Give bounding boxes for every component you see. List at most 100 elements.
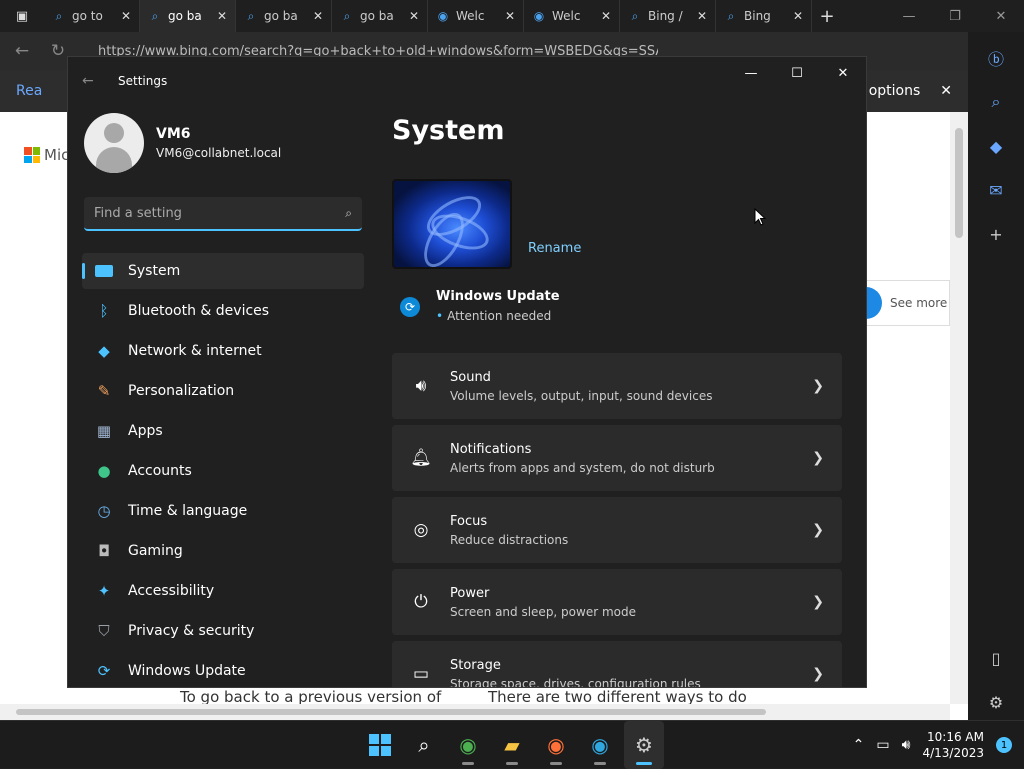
nav-item-time-language[interactable]: ◷ Time & language — [82, 493, 364, 529]
browser-tab[interactable]: ⌕ go ba ✕ — [236, 0, 332, 32]
bluetooth-icon: ᛒ — [99, 302, 109, 320]
update-icon: ⟳ — [97, 662, 111, 680]
nav-label: System — [128, 263, 181, 279]
update-icon: ⟳ — [400, 297, 420, 317]
chevron-right-icon: ❯ — [812, 450, 824, 466]
nav-item-apps[interactable]: ▦ Apps — [82, 413, 364, 449]
close-tab-icon[interactable]: ✕ — [601, 9, 611, 23]
nav-item-system[interactable]: System — [82, 253, 364, 289]
search-icon[interactable]: ⌕ — [345, 206, 352, 221]
search-icon: ⌕ — [55, 9, 63, 23]
bell-icon: 🔔︎ — [410, 448, 432, 468]
focus-icon: ◎ — [413, 520, 429, 540]
browser-tab[interactable]: ⌕ Bing / ✕ — [620, 0, 716, 32]
nav-item-network[interactable]: ◆ Network & internet — [82, 333, 364, 369]
card-title: Focus — [450, 513, 488, 529]
new-tab-icon[interactable]: + — [812, 6, 842, 27]
notification-badge[interactable]: 1 — [996, 737, 1012, 753]
volume-icon[interactable]: 🔊︎ — [902, 737, 911, 753]
close-icon[interactable]: ✕ — [978, 0, 1024, 32]
system-tray: ⌃ ▭ 🔊︎ 10:16 AM 4/13/2023 1 — [853, 721, 1024, 769]
browser-tab[interactable]: ⌕ go ba ✕ — [332, 0, 428, 32]
settings-card-list: 🔊︎ Sound Volume levels, output, input, sou… — [392, 353, 842, 687]
search-input[interactable] — [94, 205, 346, 221]
card-power[interactable]: ⏻ Power Screen and sleep, power mode ❯ — [392, 569, 842, 635]
vertical-scrollbar[interactable] — [950, 112, 968, 704]
taskbar-search[interactable]: ⌕ — [404, 721, 444, 769]
chevron-right-icon: ❯ — [812, 666, 824, 682]
clock-time: 10:16 AM — [927, 730, 984, 744]
card-storage[interactable]: ▭ Storage Storage space, drives, configura… — [392, 641, 842, 687]
card-sound[interactable]: 🔊︎ Sound Volume levels, output, input, sou… — [392, 353, 842, 419]
settings-gear-icon[interactable]: ⚙ — [978, 684, 1014, 720]
maximize-icon[interactable]: ☐ — [774, 57, 820, 89]
back-arrow-icon[interactable]: ← — [82, 73, 110, 89]
user-profile[interactable]: VM6 VM6@collabnet.local — [84, 113, 281, 173]
close-icon[interactable]: ✕ — [940, 83, 952, 99]
search-icon[interactable]: ⌕ — [978, 84, 1014, 120]
close-tab-icon[interactable]: ✕ — [121, 9, 131, 23]
back-arrow-icon[interactable]: ← — [10, 41, 34, 61]
nav-label: Gaming — [128, 543, 183, 559]
taskbar-settings[interactable]: ⚙ — [624, 721, 664, 769]
browser-tab[interactable]: ⌕ go to ✕ — [44, 0, 140, 32]
shield-icon: ⛉ — [98, 622, 110, 640]
settings-window: ← Settings — ☐ ✕ VM6 VM6@collabnet.local… — [67, 56, 867, 688]
windows-update-status[interactable]: ⟳ Windows Update • Attention needed — [400, 289, 560, 323]
minimize-icon[interactable]: — — [886, 0, 932, 32]
start-button[interactable] — [360, 721, 400, 769]
card-notifications[interactable]: 🔔︎ Notifications Alerts from apps and syst… — [392, 425, 842, 491]
nav-item-privacy[interactable]: ⛉ Privacy & security — [82, 613, 364, 649]
nav-item-accounts[interactable]: ● Accounts — [82, 453, 364, 489]
tab-label: go to — [72, 9, 103, 23]
taskbar-firefox[interactable]: ◉ — [536, 721, 576, 769]
scroll-thumb[interactable] — [16, 709, 766, 715]
scroll-thumb[interactable] — [955, 128, 963, 238]
close-tab-icon[interactable]: ✕ — [217, 9, 227, 23]
browser-tab[interactable]: ◉ Welc ✕ — [428, 0, 524, 32]
outlook-icon[interactable]: ✉ — [978, 172, 1014, 208]
browser-tab-active[interactable]: ⌕ go ba ✕ — [140, 0, 236, 32]
close-tab-icon[interactable]: ✕ — [409, 9, 419, 23]
close-tab-icon[interactable]: ✕ — [505, 9, 515, 23]
copilot-icon[interactable]: ◆ — [978, 128, 1014, 164]
nav-item-gaming[interactable]: ◘ Gaming — [82, 533, 364, 569]
nav-item-bluetooth[interactable]: ᛒ Bluetooth & devices — [82, 293, 364, 329]
taskbar-chrome[interactable]: ◉ — [448, 721, 488, 769]
nav-item-personalization[interactable]: ✎ Personalization — [82, 373, 364, 409]
clock[interactable]: 10:16 AM 4/13/2023 — [922, 729, 984, 761]
nav-item-windows-update[interactable]: ⟳ Windows Update — [82, 653, 364, 687]
taskbar-file-explorer[interactable]: ▰ — [492, 721, 532, 769]
chevron-right-icon: ❯ — [812, 594, 824, 610]
sidebar-toggle-icon[interactable]: ▯ — [978, 640, 1014, 676]
browser-tab[interactable]: ◉ Welc ✕ — [524, 0, 620, 32]
minimize-icon[interactable]: — — [728, 57, 774, 89]
tab-label: go ba — [360, 9, 394, 23]
edge-icon: ◉ — [591, 733, 609, 757]
close-icon[interactable]: ✕ — [820, 57, 866, 89]
close-tab-icon[interactable]: ✕ — [793, 9, 803, 23]
network-icon[interactable]: ▭ — [876, 737, 889, 753]
see-more-button[interactable]: See more — [866, 280, 950, 326]
restore-icon[interactable]: ❐ — [932, 0, 978, 32]
user-name: VM6 — [156, 126, 191, 142]
wifi-icon: ◆ — [98, 342, 110, 360]
chevron-up-icon[interactable]: ⌃ — [853, 737, 865, 753]
page-title: System — [392, 115, 505, 146]
card-focus[interactable]: ◎ Focus Reduce distractions ❯ — [392, 497, 842, 563]
browser-tab[interactable]: ⌕ Bing ✕ — [716, 0, 812, 32]
rename-link[interactable]: Rename — [528, 241, 581, 256]
close-tab-icon[interactable]: ✕ — [697, 9, 707, 23]
nav-item-accessibility[interactable]: ✦ Accessibility — [82, 573, 364, 609]
browser-tab-bar: ▣ ⌕ go to ✕ ⌕ go ba ✕ ⌕ go ba ✕ ⌕ go ba ✕ ◉ Welc ✕… — [0, 0, 1024, 32]
horizontal-scrollbar[interactable] — [0, 704, 950, 720]
nav-label: Windows Update — [128, 663, 246, 679]
read-aloud-label[interactable]: Rea — [16, 83, 42, 99]
taskbar-edge[interactable]: ◉ — [580, 721, 620, 769]
add-icon[interactable]: + — [978, 216, 1014, 252]
nav-label: Bluetooth & devices — [128, 303, 270, 319]
options-button[interactable]: options — [869, 83, 921, 99]
tab-actions-icon[interactable]: ▣ — [0, 0, 44, 32]
close-tab-icon[interactable]: ✕ — [313, 9, 323, 23]
bing-chat-icon[interactable]: ⓑ — [978, 40, 1014, 76]
